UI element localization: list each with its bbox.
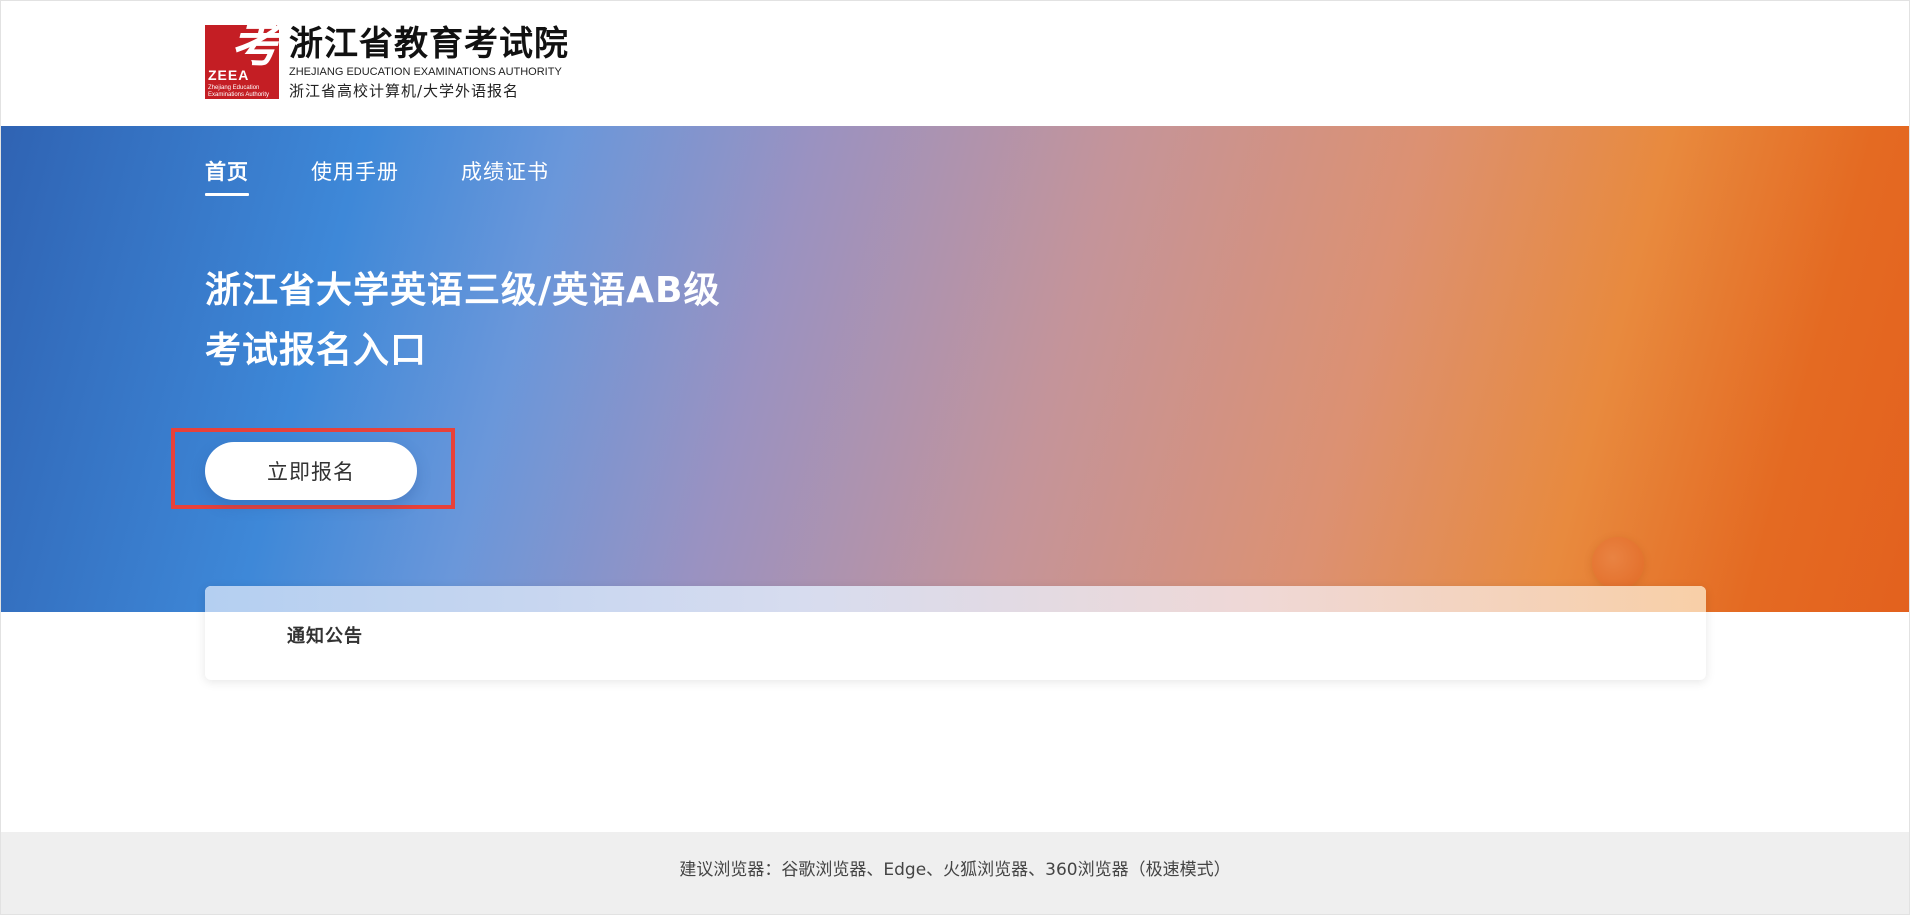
notice-card: 通知公告 (205, 586, 1706, 680)
logo-mark-abbr: ZEEA (208, 67, 250, 83)
decorative-circle (1592, 537, 1644, 589)
notice-card-gradient (205, 586, 1706, 612)
logo-mark-sub-line2: Examinations Authority (208, 92, 270, 98)
logo-mark-char: 考 (231, 25, 279, 73)
main-nav: 首页 使用手册 成绩证书 (205, 156, 549, 196)
nav-item-certificate[interactable]: 成绩证书 (461, 156, 549, 196)
logo-title: 浙江省教育考试院 (289, 24, 569, 64)
logo-text: 浙江省教育考试院 ZHEJIANG EDUCATION EXAMINATIONS… (289, 25, 569, 101)
nav-item-manual[interactable]: 使用手册 (311, 156, 399, 196)
zeea-logo-icon: 考 ZEEA Zhejiang Education Examinations A… (205, 25, 279, 99)
logo-english-name: ZHEJIANG EDUCATION EXAMINATIONS AUTHORIT… (289, 66, 562, 78)
notice-title[interactable]: 通知公告 (287, 622, 363, 648)
logo-mark-sub-line1: Zhejiang Education (208, 85, 260, 91)
site-header: 考 ZEEA Zhejiang Education Examinations A… (1, 1, 1909, 126)
browser-recommendation: 建议浏览器：谷歌浏览器、Edge、火狐浏览器、360浏览器（极速模式） (679, 859, 1231, 880)
hero-title-line2: 考试报名入口 (205, 330, 428, 371)
site-footer: 建议浏览器：谷歌浏览器、Edge、火狐浏览器、360浏览器（极速模式） (1, 832, 1909, 914)
hero-title: 浙江省大学英语三级/英语AB级 考试报名入口 (205, 261, 720, 381)
page: 考 ZEEA Zhejiang Education Examinations A… (0, 0, 1910, 915)
register-now-button[interactable]: 立即报名 (205, 442, 417, 500)
logo[interactable]: 考 ZEEA Zhejiang Education Examinations A… (205, 25, 569, 101)
hero-banner: 首页 使用手册 成绩证书 浙江省大学英语三级/英语AB级 考试报名入口 立即报名 (1, 126, 1909, 612)
logo-subtitle: 浙江省高校计算机/大学外语报名 (289, 82, 520, 100)
nav-item-home[interactable]: 首页 (205, 156, 249, 196)
hero-title-line1: 浙江省大学英语三级/英语AB级 (205, 270, 721, 311)
